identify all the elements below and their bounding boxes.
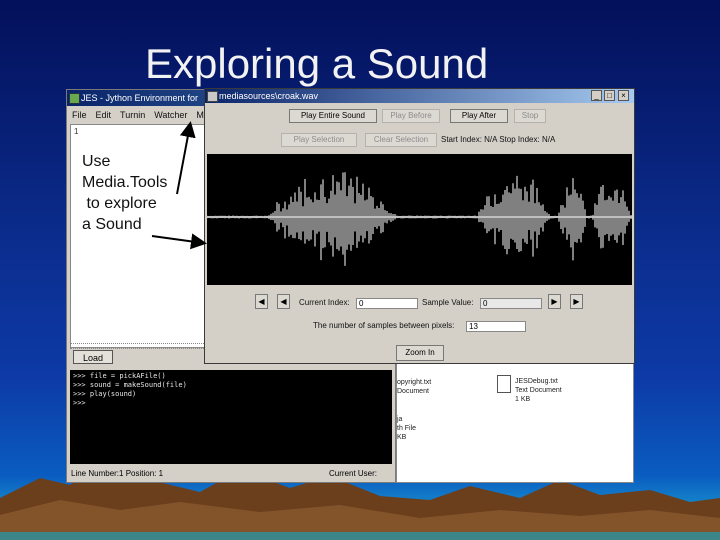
explorer-text: Document [397,388,429,395]
next-sample-icon[interactable]: ▶ [548,294,561,309]
editor-line-number: 1 [74,127,79,136]
text-document-icon[interactable] [497,375,511,393]
maximize-button[interactable]: □ [604,90,615,101]
menu-turnin[interactable]: Turnin [120,110,145,120]
media-tools-window: mediasources\croak.wav _ □ × Play Entire… [204,88,635,364]
window-icon [207,91,218,102]
play-after-button[interactable]: Play After [450,109,508,123]
first-sample-icon[interactable]: ◀ [255,294,268,309]
status-bar: Line Number:1 Position: 1 Current User: [67,467,395,481]
explorer-text: KB [397,434,407,441]
callout-text: Use Media.Tools to explore a Sound [82,153,168,233]
file-size: 1 KB [515,396,531,403]
file-explorer-pane: opyright.txt Document ja th File KB JESD… [396,362,634,483]
explorer-text: ja [397,416,403,423]
menu-edit[interactable]: Edit [96,110,112,120]
play-selection-button[interactable]: Play Selection [281,133,357,147]
clear-selection-button[interactable]: Clear Selection [365,133,437,147]
explorer-text: th File [397,425,417,432]
explorer-text: opyright.txt [397,379,432,386]
load-button[interactable]: Load [73,350,113,364]
close-button[interactable]: × [618,90,629,101]
current-index-label: Current Index: [299,298,350,307]
menu-watcher[interactable]: Watcher [154,110,187,120]
play-entire-sound-button[interactable]: Play Entire Sound [289,109,377,123]
last-sample-icon[interactable]: ▶ [570,294,583,309]
command-console[interactable]: >>> file = pickAFile() >>> sound = makeSo… [70,370,392,464]
menu-file[interactable]: File [72,110,87,120]
play-before-button[interactable]: Play Before [382,109,440,123]
zoom-in-button[interactable]: Zoom In [396,345,444,361]
stop-button[interactable]: Stop [514,109,546,123]
media-tools-titlebar: mediasources\croak.wav [205,89,634,103]
file-type: Text Document [515,387,562,394]
sample-value-label: Sample Value: [422,298,474,307]
minimize-button[interactable]: _ [591,90,602,101]
console-line: >>> file = pickAFile() [73,372,166,380]
sample-value-field: 0 [480,298,542,309]
console-line: >>> [73,399,86,407]
console-line: >>> play(sound) [73,390,137,398]
samples-between-pixels-label: The number of samples between pixels: [313,321,455,330]
line-position-status: Line Number:1 Position: 1 [71,469,164,478]
jes-app-icon [69,93,80,104]
console-line: >>> sound = makeSound(file) [73,381,187,389]
samples-between-pixels-field[interactable]: 13 [466,321,526,332]
current-index-field[interactable]: 0 [356,298,418,309]
slide-title: Exploring a Sound [145,40,489,87]
current-user-status: Current User: [329,469,378,478]
selection-indexes: Start Index: N/A Stop Index: N/A [441,135,556,144]
previous-sample-icon[interactable]: ◀ [277,294,290,309]
file-name[interactable]: JESDebug.txt [515,377,558,386]
waveform-display[interactable] [207,154,632,285]
